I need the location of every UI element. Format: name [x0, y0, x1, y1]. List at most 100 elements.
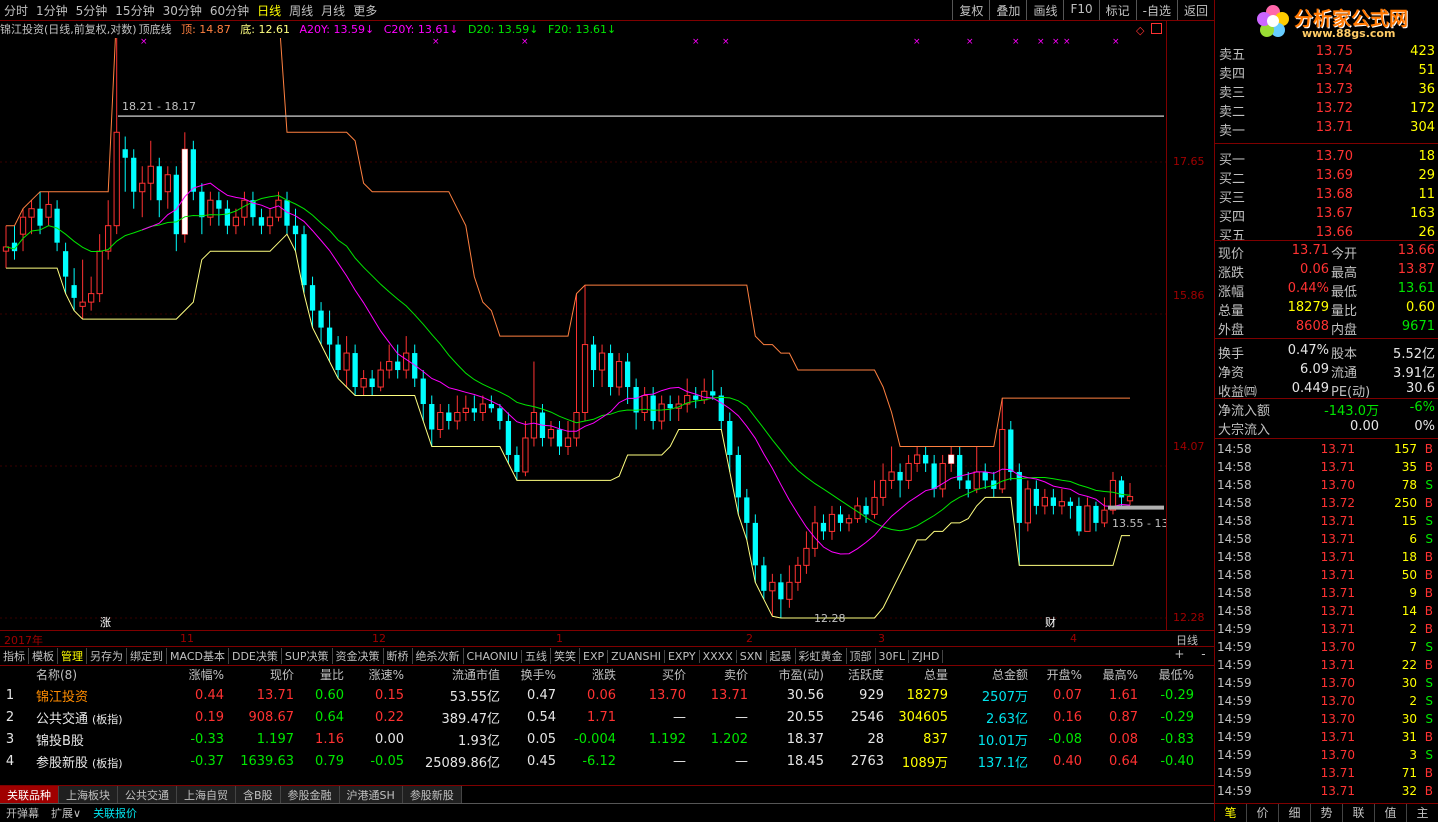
stock-name[interactable]: 参股新股 — [36, 756, 88, 771]
toolbar-button-0[interactable]: 复权 — [952, 0, 989, 20]
toolbar-button-2[interactable]: 画线 — [1026, 0, 1063, 20]
indicator-tab-1[interactable]: 模板 — [29, 648, 58, 664]
column-header[interactable]: 量比 — [298, 666, 348, 683]
indicator-tab-21[interactable]: 顶部 — [847, 648, 876, 664]
timeframe-9[interactable]: 更多 — [349, 2, 381, 19]
stock-name[interactable]: 锦投B股 — [36, 734, 84, 749]
status-item-0[interactable]: 开弹幕 — [0, 805, 45, 821]
indicator-tab-12[interactable]: 五线 — [522, 648, 552, 664]
panel-tab-6[interactable]: 主 — [1407, 804, 1438, 822]
panel-tab-5[interactable]: 值 — [1375, 804, 1407, 822]
column-header[interactable]: 开盘% — [1032, 666, 1086, 683]
indicator-tab-23[interactable]: ZJHD — [909, 649, 944, 663]
timeframe-5[interactable]: 60分钟 — [206, 2, 253, 19]
indicator-tab-8[interactable]: 资金决策 — [333, 648, 384, 664]
indicator-tab-0[interactable]: 指标 — [0, 648, 29, 664]
indicator-tab-4[interactable]: 绑定到 — [127, 648, 167, 664]
timeframe-6[interactable]: 日线 — [253, 2, 285, 19]
order-book-row[interactable]: 卖二 13.72 172 — [1217, 101, 1437, 120]
table-row[interactable]: 4 参股新股 (板指) -0.37 1639.63 0.79 -0.05 25089.86亿 0… — [0, 750, 1214, 772]
indicator-tab-17[interactable]: XXXX — [700, 649, 737, 663]
indicator-tab-13[interactable]: 笑笑 — [551, 648, 581, 664]
column-header[interactable]: 卖价 — [690, 666, 752, 683]
indicator-tab-11[interactable]: CHAONIU — [464, 649, 523, 663]
column-header[interactable]: 名称(8) — [20, 666, 146, 683]
toolbar-button-4[interactable]: 标记 — [1098, 0, 1136, 20]
related-tab-6[interactable]: 沪港通SH — [339, 786, 403, 803]
timeframe-0[interactable]: 分时 — [0, 2, 32, 19]
timeframe-2[interactable]: 5分钟 — [72, 2, 112, 19]
order-book-row[interactable]: 卖五 13.75 423 — [1217, 44, 1437, 63]
order-book-row[interactable]: 买三 13.68 11 — [1217, 187, 1437, 206]
timeframe-3[interactable]: 15分钟 — [111, 2, 158, 19]
panel-tab-1[interactable]: 价 — [1247, 804, 1279, 822]
column-header[interactable]: 市盈(动) — [752, 666, 828, 683]
table-row[interactable]: 3 锦投B股 -0.33 1.197 1.16 0.00 1.93亿 0.05 -0.004 1.… — [0, 728, 1214, 750]
indicator-tab-5[interactable]: MACD基本 — [167, 648, 229, 664]
stock-name[interactable]: 锦江投资 — [36, 690, 88, 705]
order-book-row[interactable]: 卖一 13.71 304 — [1217, 120, 1437, 139]
panel-tab-4[interactable]: 联 — [1343, 804, 1375, 822]
panel-tab-3[interactable]: 势 — [1311, 804, 1343, 822]
indicator-tab-16[interactable]: EXPY — [665, 649, 700, 663]
indicator-tab-18[interactable]: SXN — [737, 649, 767, 663]
order-book-row[interactable]: 买一 13.70 18 — [1217, 149, 1437, 168]
column-header[interactable]: 活跃度 — [828, 666, 888, 683]
window-toggle-icon[interactable] — [1151, 23, 1162, 34]
column-header[interactable]: 最低% — [1142, 666, 1198, 683]
order-book-row[interactable]: 买四 13.67 163 — [1217, 206, 1437, 225]
column-header[interactable]: 涨速% — [348, 666, 408, 683]
related-tab-2[interactable]: 公共交通 — [118, 786, 177, 803]
column-header[interactable]: 总量 — [888, 666, 952, 683]
related-tab-0[interactable]: 关联品种 — [0, 786, 59, 803]
candlestick-chart[interactable]: 19.4418.21 - 18.1713.55 - 1312.28×××××××… — [0, 38, 1166, 628]
timeframe-1[interactable]: 1分钟 — [32, 2, 72, 19]
status-item-1[interactable]: 扩展∨ — [45, 805, 87, 821]
diamond-icon[interactable]: ◇ — [1136, 24, 1144, 37]
related-tab-5[interactable]: 参股金融 — [280, 786, 340, 803]
table-row[interactable]: 1 锦江投资 0.44 13.71 0.60 0.15 53.55亿 0.47 0.06 13.7… — [0, 684, 1214, 706]
column-header[interactable]: 最高% — [1086, 666, 1142, 683]
column-header[interactable]: 总金额 — [952, 666, 1032, 683]
timeframe-7[interactable]: 周线 — [285, 2, 317, 19]
status-item-2[interactable]: 关联报价 — [87, 805, 143, 821]
order-book-row[interactable]: 卖四 13.74 51 — [1217, 63, 1437, 82]
related-tab-7[interactable]: 参股新股 — [402, 786, 462, 803]
indicator-tab-2[interactable]: 管理 — [58, 648, 87, 664]
related-tab-1[interactable]: 上海板块 — [59, 786, 118, 803]
timeframe-8[interactable]: 月线 — [317, 2, 349, 19]
indicator-tab-10[interactable]: 绝杀次新 — [413, 648, 464, 664]
timeframe-4[interactable]: 30分钟 — [159, 2, 206, 19]
column-header[interactable]: 买价 — [620, 666, 690, 683]
related-tab-3[interactable]: 上海自贸 — [177, 786, 236, 803]
column-header[interactable]: 流通市值 — [408, 666, 504, 683]
column-header[interactable]: 换手% — [504, 666, 560, 683]
indicator-name[interactable]: 顶底线 — [139, 23, 172, 36]
order-book-row[interactable]: 卖三 13.73 36 — [1217, 82, 1437, 101]
indicator-tab-14[interactable]: EXP — [580, 649, 609, 663]
zoom-in-button[interactable]: + — [1174, 647, 1184, 663]
zoom-out-button[interactable]: - — [1201, 647, 1205, 663]
panel-tab-0[interactable]: 笔 — [1215, 804, 1247, 822]
toolbar-button-5[interactable]: -自选 — [1135, 0, 1177, 20]
toolbar-button-3[interactable]: F10 — [1063, 0, 1098, 20]
related-tab-4[interactable]: 含B股 — [236, 786, 281, 803]
indicator-tab-6[interactable]: DDE决策 — [229, 648, 282, 664]
order-book-row[interactable]: 买二 13.69 29 — [1217, 168, 1437, 187]
indicator-tab-7[interactable]: SUP决策 — [282, 648, 333, 664]
event-marker[interactable]: 财 — [1045, 615, 1056, 628]
column-header[interactable]: 现价 — [228, 666, 298, 683]
indicator-tab-19[interactable]: 起暴 — [767, 648, 796, 664]
stock-name[interactable]: 公共交通 — [36, 712, 88, 727]
indicator-tab-9[interactable]: 断桥 — [384, 648, 413, 664]
panel-tab-2[interactable]: 细 — [1279, 804, 1311, 822]
toolbar-button-1[interactable]: 叠加 — [989, 0, 1026, 20]
column-header[interactable]: 涨跌 — [560, 666, 620, 683]
column-header[interactable]: 涨幅% — [146, 666, 228, 683]
indicator-tab-20[interactable]: 彩虹黄金 — [796, 648, 847, 664]
indicator-tab-22[interactable]: 30FL — [876, 649, 909, 663]
indicator-tab-3[interactable]: 另存为 — [87, 648, 127, 664]
toolbar-button-6[interactable]: 返回 — [1176, 0, 1214, 20]
indicator-tab-15[interactable]: ZUANSHI — [608, 649, 665, 663]
table-row[interactable]: 2 公共交通 (板指) 0.19 908.67 0.64 0.22 389.47亿 0.54 1.… — [0, 706, 1214, 728]
